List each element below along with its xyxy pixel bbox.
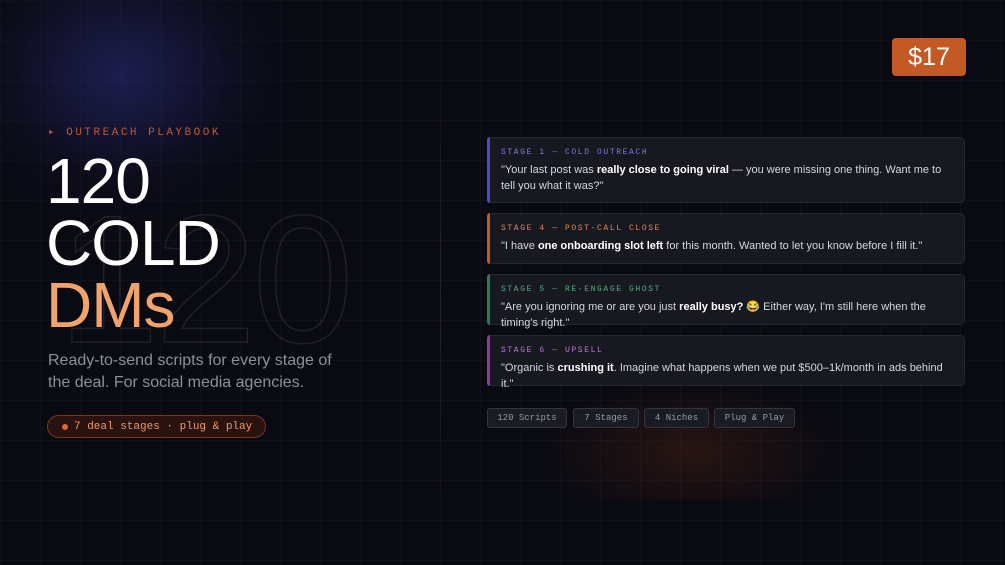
background-glow-orange [540, 380, 840, 500]
card-accent-bar [487, 335, 490, 386]
vertical-divider [440, 80, 441, 500]
subtitle: Ready-to-send scripts for every stage of… [48, 352, 332, 391]
eyebrow-label: ▸ OUTREACH PLAYBOOK [48, 127, 221, 139]
quote-text: "Your last post was [501, 164, 597, 176]
price-badge[interactable]: $17 [892, 38, 966, 76]
quote-emphasis: one onboarding slot left [537, 240, 664, 252]
headline-line-1: 120 [46, 145, 151, 217]
quote-emphasis: really busy? [679, 301, 744, 313]
headline-line-2: COLD [46, 207, 221, 279]
card-stage-label: STAGE 4 — POST-CALL CLOSE [501, 224, 662, 233]
tag-niches: 4 Niches [644, 408, 709, 428]
deal-stages-pill: 7 deal stages · plug & play [47, 415, 267, 438]
script-card: STAGE 1 — COLD OUTREACH "Your last post … [487, 137, 965, 203]
card-quote: "Organic is crushing it. Imagine what ha… [501, 360, 950, 392]
card-accent-bar [487, 137, 490, 203]
headline: 120 COLD DMs [46, 145, 221, 341]
script-card: STAGE 4 — POST-CALL CLOSE "I have one on… [487, 213, 965, 264]
card-stage-label: STAGE 5 — RE-ENGAGE GHOST [501, 285, 662, 294]
quote-text: "Organic is [501, 362, 558, 374]
pill-dot-icon [62, 423, 68, 430]
card-accent-bar [487, 213, 490, 264]
script-card: STAGE 5 — RE-ENGAGE GHOST "Are you ignor… [487, 274, 965, 329]
tag-stages: 7 Stages [573, 408, 639, 428]
card-accent-bar [487, 274, 490, 325]
headline-line-3: DMs [46, 269, 176, 341]
script-card: STAGE 6 — UPSELL "Organic is crushing it… [487, 335, 965, 390]
card-stage-label: STAGE 6 — UPSELL [501, 346, 604, 355]
quote-text: "I have [501, 240, 538, 252]
tag-scripts: 120 Scripts [487, 408, 567, 428]
quote-text: "Are you ignoring me or are you just [501, 301, 680, 313]
card-stage-label: STAGE 1 — COLD OUTREACH [501, 148, 649, 157]
tag-plug-and-play: Plug & Play [714, 408, 795, 428]
quote-emphasis: crushing it [557, 362, 614, 374]
quote-text: for this month. Wanted to let you know b… [663, 240, 923, 252]
card-quote: "Are you ignoring me or are you just rea… [501, 299, 950, 331]
quote-emphasis: really close to going viral [596, 164, 729, 176]
pill-label: 7 deal stages · plug & play [74, 420, 253, 433]
card-quote: "Your last post was really close to goin… [501, 162, 950, 194]
card-quote: "I have one onboarding slot left for thi… [501, 238, 950, 254]
